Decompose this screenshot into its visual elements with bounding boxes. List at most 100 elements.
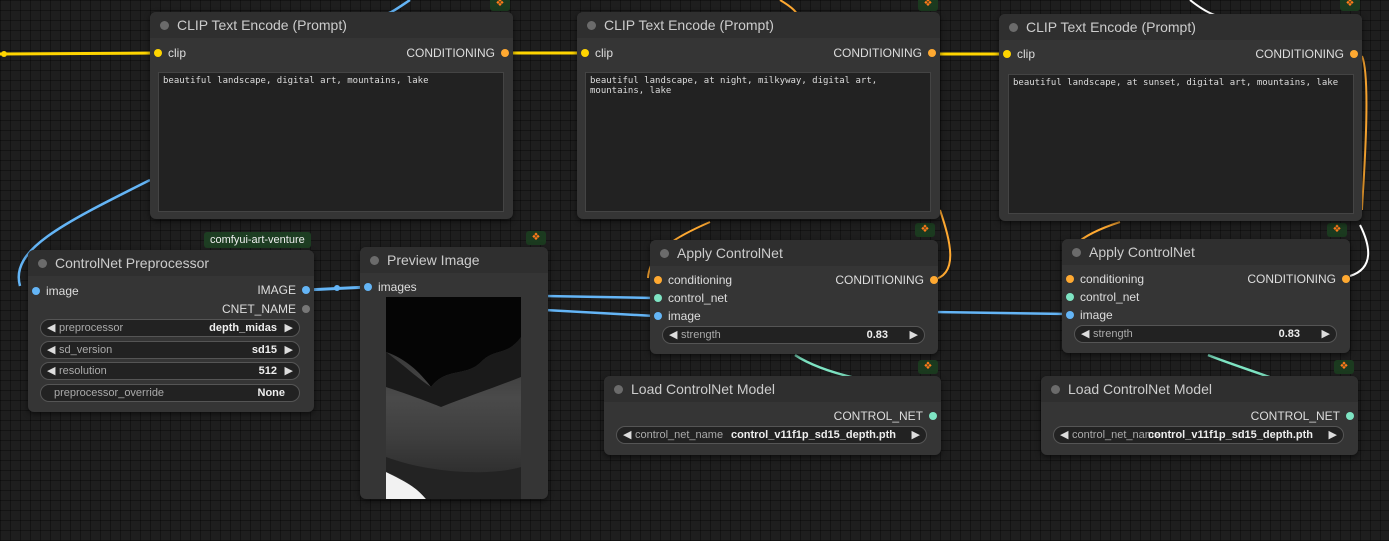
output-slot-icon[interactable]	[930, 276, 938, 284]
output-conditioning[interactable]: CONDITIONING	[833, 45, 936, 61]
node-title-bar[interactable]: CLIP Text Encode (Prompt)	[150, 12, 513, 38]
node-title-bar[interactable]: ControlNet Preprocessor	[28, 250, 314, 276]
strength-number[interactable]: ◀ strength 0.83 ▶	[1074, 325, 1337, 343]
arrow-right-icon[interactable]: ▶	[285, 321, 293, 334]
output-slot-icon[interactable]	[928, 49, 936, 57]
input-slot-icon[interactable]	[581, 49, 589, 57]
clip-text-encode-node-1[interactable]: CLIP Text Encode (Prompt) clip CONDITION…	[150, 12, 513, 219]
input-conditioning[interactable]: conditioning	[1066, 271, 1144, 287]
collapse-dot-icon[interactable]	[614, 385, 623, 394]
input-clip[interactable]: clip	[1003, 46, 1035, 62]
arrow-left-icon[interactable]: ◀	[1060, 428, 1068, 441]
arrow-right-icon[interactable]: ▶	[1322, 327, 1330, 340]
input-slot-icon[interactable]	[1066, 311, 1074, 319]
node-title-bar[interactable]: Load ControlNet Model	[604, 376, 941, 402]
arrow-right-icon[interactable]: ▶	[912, 428, 920, 441]
node-title: CLIP Text Encode (Prompt)	[604, 17, 774, 33]
node-title-bar[interactable]: Apply ControlNet	[1062, 239, 1350, 265]
collapse-dot-icon[interactable]	[370, 256, 379, 265]
preview-image-node[interactable]: Preview Image images	[360, 247, 548, 499]
collapse-dot-icon[interactable]	[1009, 23, 1018, 32]
output-slot-icon[interactable]	[501, 49, 509, 57]
collapse-dot-icon[interactable]	[1051, 385, 1060, 394]
input-slot-icon[interactable]	[364, 283, 372, 291]
collapse-dot-icon[interactable]	[1072, 248, 1081, 257]
input-label: control_net	[1080, 290, 1140, 304]
arrow-left-icon[interactable]: ◀	[47, 343, 55, 356]
resolution-number[interactable]: ◀ resolution 512 ▶	[40, 362, 300, 380]
input-label: image	[46, 284, 79, 298]
arrow-left-icon[interactable]: ◀	[623, 428, 631, 441]
input-slot-icon[interactable]	[654, 312, 662, 320]
arrow-right-icon[interactable]: ▶	[285, 343, 293, 356]
input-clip[interactable]: clip	[581, 45, 613, 61]
output-slot-icon[interactable]	[1346, 412, 1354, 420]
input-slot-icon[interactable]	[154, 49, 162, 57]
input-image[interactable]: image	[654, 308, 701, 324]
load-controlnet-model-node-1[interactable]: Load ControlNet Model CONTROL_NET ◀ cont…	[604, 376, 941, 455]
preprocessor-combo[interactable]: ◀ preprocessor depth_midas ▶	[40, 319, 300, 337]
prompt-textarea[interactable]: beautiful landscape, digital art, mounta…	[158, 72, 504, 212]
node-title-bar[interactable]: Load ControlNet Model	[1041, 376, 1358, 402]
output-conditioning[interactable]: CONDITIONING	[835, 272, 938, 288]
apply-controlnet-node-2[interactable]: Apply ControlNet conditioning control_ne…	[1062, 239, 1350, 353]
collapse-dot-icon[interactable]	[660, 249, 669, 258]
output-conditioning[interactable]: CONDITIONING	[1247, 271, 1350, 287]
arrow-left-icon[interactable]: ◀	[47, 321, 55, 334]
output-conditioning[interactable]: CONDITIONING	[1255, 46, 1358, 62]
node-title-bar[interactable]: CLIP Text Encode (Prompt)	[999, 14, 1362, 40]
arrow-right-icon[interactable]: ▶	[1329, 428, 1337, 441]
clip-text-encode-node-2[interactable]: CLIP Text Encode (Prompt) clip CONDITION…	[577, 12, 940, 219]
apply-controlnet-node-1[interactable]: Apply ControlNet conditioning control_ne…	[650, 240, 938, 354]
output-slot-icon[interactable]	[302, 305, 310, 313]
input-slot-icon[interactable]	[1066, 275, 1074, 283]
node-title: Apply ControlNet	[1089, 244, 1195, 260]
preprocessor-override-field[interactable]: preprocessor_override None	[40, 384, 300, 402]
load-controlnet-model-node-2[interactable]: Load ControlNet Model CONTROL_NET ◀ cont…	[1041, 376, 1358, 455]
strength-number[interactable]: ◀ strength 0.83 ▶	[662, 326, 925, 344]
input-slot-icon[interactable]	[32, 287, 40, 295]
depth-map-preview-image[interactable]	[386, 297, 521, 499]
control-net-name-combo[interactable]: ◀ control_net_name control_v11f1p_sd15_d…	[1053, 426, 1344, 444]
input-image[interactable]: image	[1066, 307, 1113, 323]
input-images[interactable]: images	[364, 279, 417, 295]
collapse-dot-icon[interactable]	[38, 259, 47, 268]
prompt-textarea[interactable]: beautiful landscape, at sunset, digital …	[1008, 74, 1354, 214]
node-title: Load ControlNet Model	[1068, 381, 1212, 397]
output-slot-icon[interactable]	[1342, 275, 1350, 283]
node-title-bar[interactable]: CLIP Text Encode (Prompt)	[577, 12, 940, 38]
output-slot-icon[interactable]	[1350, 50, 1358, 58]
input-conditioning[interactable]: conditioning	[654, 272, 732, 288]
node-title-bar[interactable]: Preview Image	[360, 247, 548, 273]
arrow-left-icon[interactable]: ◀	[1081, 327, 1089, 340]
input-slot-icon[interactable]	[654, 276, 662, 284]
input-image[interactable]: image	[32, 283, 79, 299]
input-control-net[interactable]: control_net	[654, 290, 727, 306]
arrow-left-icon[interactable]: ◀	[47, 364, 55, 377]
clip-text-encode-node-3[interactable]: CLIP Text Encode (Prompt) clip CONDITION…	[999, 14, 1362, 221]
input-slot-icon[interactable]	[654, 294, 662, 302]
collapse-dot-icon[interactable]	[587, 21, 596, 30]
sd-version-combo[interactable]: ◀ sd_version sd15 ▶	[40, 341, 300, 359]
output-control-net[interactable]: CONTROL_NET	[834, 408, 937, 424]
arrow-right-icon[interactable]: ▶	[910, 328, 918, 341]
output-label: CONDITIONING	[406, 46, 495, 60]
controlnet-preprocessor-node[interactable]: ControlNet Preprocessor image IMAGE CNET…	[28, 250, 314, 412]
node-title-bar[interactable]: Apply ControlNet	[650, 240, 938, 266]
input-slot-icon[interactable]	[1003, 50, 1011, 58]
output-slot-icon[interactable]	[929, 412, 937, 420]
collapse-dot-icon[interactable]	[160, 21, 169, 30]
input-control-net[interactable]: control_net	[1066, 289, 1140, 305]
output-conditioning[interactable]: CONDITIONING	[406, 45, 509, 61]
control-net-name-combo[interactable]: ◀ control_net_name control_v11f1p_sd15_d…	[616, 426, 927, 444]
input-slot-icon[interactable]	[1066, 293, 1074, 301]
input-clip[interactable]: clip	[154, 45, 186, 61]
output-control-net[interactable]: CONTROL_NET	[1251, 408, 1354, 424]
output-slot-icon[interactable]	[302, 286, 310, 294]
prompt-textarea[interactable]: beautiful landscape, at night, milkyway,…	[585, 72, 931, 212]
input-label: images	[378, 280, 417, 294]
arrow-left-icon[interactable]: ◀	[669, 328, 677, 341]
output-image[interactable]: IMAGE	[257, 282, 310, 298]
output-cnet-name[interactable]: CNET_NAME	[222, 301, 310, 317]
arrow-right-icon[interactable]: ▶	[285, 364, 293, 377]
